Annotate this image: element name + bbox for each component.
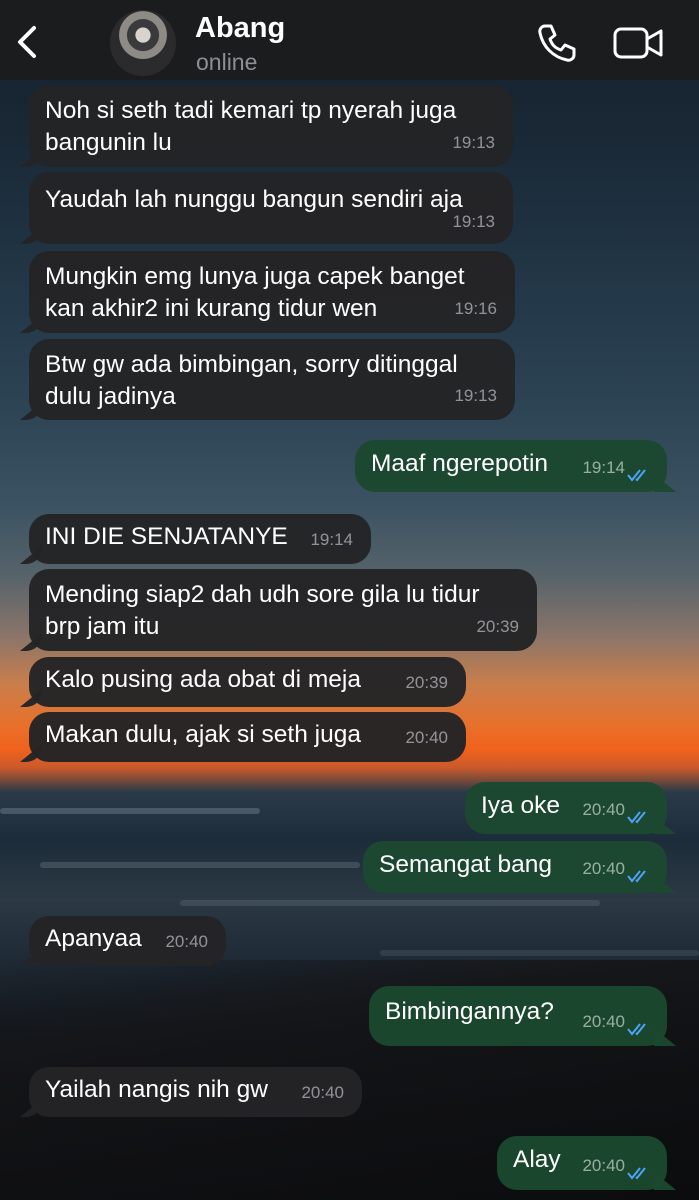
message-time: 19:13: [452, 133, 495, 152]
message-text: Makan dulu, ajak si seth juga: [45, 721, 361, 748]
message-outgoing[interactable]: Bimbingannya? 20:40: [369, 986, 667, 1046]
wave-decoration: [40, 862, 360, 868]
read-ticks-icon: [627, 1023, 646, 1036]
message-time: 19:13: [454, 386, 497, 405]
message-time: 20:40: [165, 932, 208, 951]
contact-name[interactable]: Abang: [195, 12, 285, 45]
message-time: 19:16: [454, 299, 497, 318]
message-text: INI DIE SENJATANYE: [45, 523, 288, 550]
message-outgoing[interactable]: Semangat bang 20:40: [363, 841, 667, 893]
message-incoming[interactable]: Yaudah lah nunggu bangun sendiri aja 19:…: [29, 172, 513, 244]
read-ticks-icon: [627, 870, 646, 883]
video-camera-icon[interactable]: [612, 24, 664, 62]
read-ticks-icon: [627, 469, 646, 482]
avatar[interactable]: [110, 10, 176, 76]
contact-status: online: [196, 49, 258, 75]
wave-decoration: [180, 900, 600, 906]
message-incoming[interactable]: Noh si seth tadi kemari tp nyerah juga b…: [29, 85, 513, 167]
message-text: Mungkin emg lunya juga capek banget kan …: [45, 263, 465, 322]
message-time: 20:40: [405, 728, 448, 747]
message-time: 20:39: [405, 673, 448, 692]
message-time: 20:39: [476, 617, 519, 636]
message-text: Kalo pusing ada obat di meja: [45, 666, 361, 693]
message-time: 20:40: [582, 800, 625, 819]
read-ticks-icon: [627, 811, 646, 824]
message-incoming[interactable]: Kalo pusing ada obat di meja 20:39: [29, 657, 466, 707]
message-text: Noh si seth tadi kemari tp nyerah juga b…: [45, 97, 457, 156]
phone-icon[interactable]: [536, 22, 578, 64]
message-incoming[interactable]: Makan dulu, ajak si seth juga 20:40: [29, 712, 466, 762]
message-outgoing[interactable]: Maaf ngerepotin 19:14: [355, 440, 667, 492]
message-time: 19:14: [582, 458, 625, 477]
message-time: 20:40: [301, 1083, 344, 1102]
message-outgoing[interactable]: Alay 20:40: [497, 1136, 667, 1190]
read-ticks-icon: [627, 1167, 646, 1180]
chat-header: Abang online: [0, 0, 699, 80]
message-text: Iya oke: [481, 792, 560, 819]
message-time: 20:40: [582, 859, 625, 878]
message-time: 20:40: [582, 1156, 625, 1175]
message-incoming[interactable]: Yailah nangis nih gw 20:40: [29, 1067, 362, 1117]
message-incoming[interactable]: Btw gw ada bimbingan, sorry ditinggal du…: [29, 339, 515, 420]
message-time: 19:14: [310, 530, 353, 549]
message-text: Yaudah lah nunggu bangun sendiri aja: [45, 186, 463, 213]
message-text: Btw gw ada bimbingan, sorry ditinggal du…: [45, 351, 458, 410]
message-outgoing[interactable]: Iya oke 20:40: [465, 782, 667, 834]
wave-decoration: [380, 950, 699, 956]
message-incoming[interactable]: Mungkin emg lunya juga capek banget kan …: [29, 251, 515, 333]
message-text: Mending siap2 dah udh sore gila lu tidur…: [45, 581, 480, 640]
chevron-left-icon[interactable]: [14, 22, 44, 62]
wave-decoration: [0, 808, 260, 814]
message-time: 19:13: [452, 212, 495, 231]
message-time: 20:40: [582, 1012, 625, 1031]
message-incoming[interactable]: Mending siap2 dah udh sore gila lu tidur…: [29, 569, 537, 651]
message-incoming[interactable]: Apanyaa 20:40: [29, 916, 226, 966]
message-incoming[interactable]: INI DIE SENJATANYE 19:14: [29, 514, 371, 564]
